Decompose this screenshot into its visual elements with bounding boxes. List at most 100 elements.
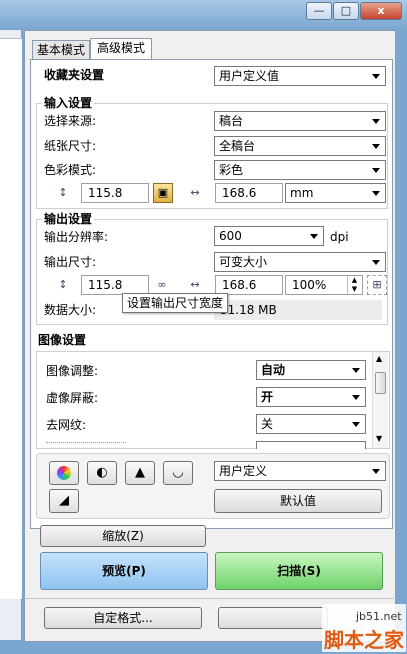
unsharp-mask-select[interactable]: 开 [256,387,366,407]
preset-select[interactable]: 用户定义 [214,461,386,481]
source-value: 稿台 [219,114,244,128]
resolution-value: 600 [219,229,242,243]
custom-format-label: 自定格式... [93,611,153,625]
trim-button[interactable]: ⊞ [367,275,387,295]
output-width-value: 115.8 [88,278,123,292]
descreen-value: 关 [261,417,274,431]
tab-basic-mode[interactable]: 基本模式 [32,40,90,59]
brightness-icon: ◐ [96,465,108,480]
resolution-select[interactable]: 600 [214,226,324,246]
zoom-button-label: 缩放(Z) [102,529,144,543]
tooltip: 设置输出尺寸宽度 [122,293,229,313]
image-adjust-value: 自动 [261,363,286,377]
height-icon: ↔ [190,186,200,199]
chevron-down-icon [310,234,318,239]
input-height-value: 168.6 [222,186,257,200]
source-select[interactable]: 稿台 [214,111,386,131]
unsharp-mask-label: 虚像屏蔽: [46,391,99,405]
paper-size-label: 纸张尺寸: [44,139,97,153]
chevron-down-icon [372,144,380,149]
output-width-field[interactable]: 115.8 [81,275,149,295]
lock-icon: ▣ [157,186,169,199]
preview-button[interactable]: 预览(P) [40,552,208,590]
chevron-down-icon [352,422,360,427]
tone-curve-button[interactable]: ◡ [163,461,193,485]
chevron-down-icon [372,191,380,196]
default-button-label: 默认值 [279,494,316,508]
chevron-down-icon [352,395,360,400]
favorites-label: 收藏夹设置 [44,68,105,82]
close-icon: x [377,4,385,17]
partial-row-select[interactable] [256,441,366,449]
scale-value: 100% [292,278,327,292]
image-settings-scrollbar[interactable]: ▲ ▼ [372,352,388,448]
partially-hidden-button[interactable] [218,607,328,629]
histogram-button[interactable]: ▲ [125,461,155,485]
scrollbar-thumb[interactable] [375,372,386,394]
source-label: 选择来源: [44,114,97,128]
output-settings-title: 输出设置 [42,212,95,226]
minimize-button[interactable]: — [306,2,332,20]
tab-advanced-mode[interactable]: 高级模式 [90,38,152,60]
lock-aspect-button[interactable]: ▣ [153,183,173,203]
image-settings-title: 图像设置 [38,333,87,347]
chain-link-icon[interactable]: ∞ [153,278,171,292]
input-height-field[interactable]: 168.6 [215,183,283,203]
input-width-field[interactable]: 115.8 [81,183,149,203]
tab-label: 高级模式 [96,41,145,55]
chevron-down-icon [372,168,380,173]
curve-icon: ◢ [59,493,69,508]
histogram-icon: ▲ [135,465,145,480]
chevron-down-icon [352,368,360,373]
output-size-value: 可变大小 [219,255,268,269]
scale-spinner[interactable]: ▲ ▼ [347,276,361,294]
chevron-down-icon [372,74,380,79]
chevron-down-icon [372,119,380,124]
brightness-button[interactable]: ◐ [87,461,117,485]
scan-button-label: 扫描(S) [277,564,321,578]
unit-value: mm [290,186,314,200]
color-balance-button[interactable]: ◢ [49,489,79,513]
background-document-pane [0,30,22,640]
trim-icon: ⊞ [372,278,382,291]
output-height-field[interactable]: 168.6 [215,275,283,295]
resolution-unit: dpi [330,230,349,244]
histogram-color-button[interactable] [49,461,79,485]
scroll-up-icon: ▲ [376,354,383,363]
color-mode-select[interactable]: 彩色 [214,160,386,180]
maximize-button[interactable]: □ [333,2,359,20]
paper-size-select[interactable]: 全稿台 [214,136,386,156]
favorites-value: 用户定义值 [219,69,280,83]
custom-format-button[interactable]: 自定格式... [44,607,202,629]
scroll-down-icon: ▼ [376,434,383,443]
close-button[interactable]: x [360,2,402,20]
descreen-select[interactable]: 关 [256,414,366,434]
divider [24,598,396,599]
maximize-icon: □ [340,4,352,17]
resolution-label: 输出分辨率: [44,230,109,244]
zoom-button[interactable]: 缩放(Z) [40,525,206,547]
preset-value: 用户定义 [219,464,268,478]
watermark-brand: 脚本之家 [324,628,404,652]
watermark-site: jb51.net [356,610,402,623]
paper-size-value: 全稿台 [219,139,256,153]
color-wheel-icon [57,466,71,480]
data-size-label: 数据大小: [44,303,97,317]
image-adjust-select[interactable]: 自动 [256,360,366,380]
color-mode-value: 彩色 [219,163,244,177]
minimize-icon: — [313,4,325,17]
unit-select[interactable]: mm [285,183,386,203]
scan-button[interactable]: 扫描(S) [215,552,383,590]
chevron-down-icon [372,260,380,265]
tone-curve-icon: ◡ [172,465,184,480]
width-icon: ↕ [58,186,68,199]
height-icon: ↔ [190,278,200,291]
input-settings-title: 输入设置 [42,96,95,110]
chevron-down-icon [372,469,380,474]
default-button[interactable]: 默认值 [214,489,382,513]
descreen-label: 去网纹: [46,418,87,432]
output-size-select[interactable]: 可变大小 [214,252,386,272]
favorites-select[interactable]: 用户定义值 [214,66,386,86]
unsharp-mask-value: 开 [261,390,274,404]
partial-row-label [46,442,126,448]
